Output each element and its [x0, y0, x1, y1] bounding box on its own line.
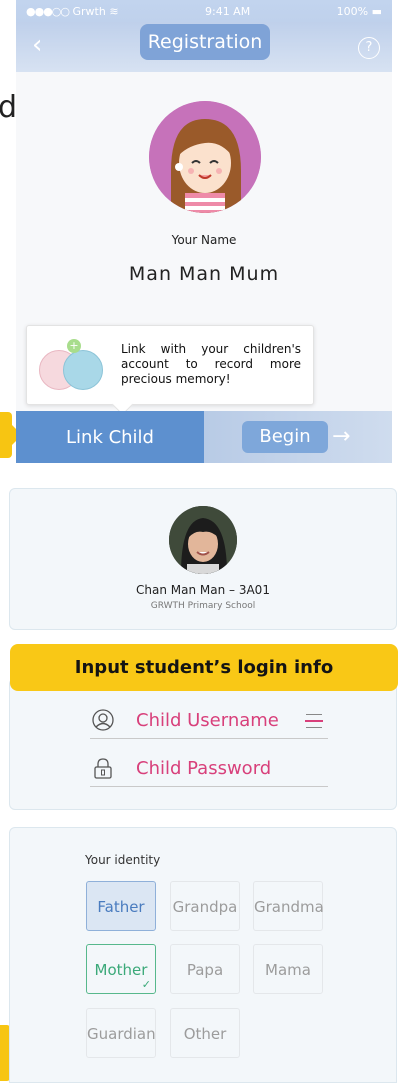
status-time: 9:41 AM	[204, 4, 251, 18]
left-edge-glyph: d	[0, 90, 18, 125]
identity-label: Your identity	[85, 853, 161, 867]
bottom-bar: Link Child Begin →	[16, 411, 392, 463]
battery-info: 100% ▬	[337, 5, 382, 18]
carrier-name: Grwth	[72, 4, 106, 18]
status-bar: ●●●○○ Grwth ≋ 9:41 AM 100% ▬	[16, 0, 392, 22]
child-name: Chan Man Man – 3A01	[136, 583, 270, 597]
name-label: Your Name	[171, 233, 237, 247]
battery-icon: ▬	[371, 4, 382, 18]
begin-button[interactable]: Begin	[242, 421, 328, 453]
link-child-tooltip: + Link with your children's account to r…	[26, 325, 314, 405]
identity-option-other[interactable]: Other	[170, 1008, 240, 1058]
check-icon: ✓	[141, 978, 151, 991]
plus-icon: +	[67, 339, 81, 353]
parent-avatar[interactable]	[149, 101, 261, 213]
boy-avatar-icon	[63, 350, 103, 390]
identity-option-mama[interactable]: Mama	[253, 944, 323, 994]
carrier-info: ●●●○○ Grwth ≋	[26, 5, 119, 18]
identity-option-grandma[interactable]: Grandma	[253, 881, 324, 931]
login-card: Child Username Child Password	[9, 678, 397, 810]
child-avatar-icon	[169, 506, 237, 574]
help-icon[interactable]: ?	[358, 37, 380, 59]
identity-option-grandpa[interactable]: Grandpa	[170, 881, 240, 931]
username-placeholder: Child Username	[136, 710, 279, 731]
signal-icon: ●●●○○	[26, 4, 70, 18]
arrow-right-icon[interactable]: →	[332, 421, 350, 453]
child-school: GRWTH Primary School	[150, 601, 256, 611]
identity-card: Your identity Father Grandpa Grandma Mot…	[9, 827, 397, 1083]
mum-avatar-icon	[149, 101, 261, 213]
login-info-banner: Input student’s login info	[10, 644, 398, 691]
name-value[interactable]: Man Man Mum	[16, 263, 392, 285]
screen: d ●●●○○ Grwth ≋ 9:41 AM 100% ▬ ‹ Registr…	[0, 0, 399, 1083]
wifi-icon: ≋	[109, 4, 119, 18]
back-icon[interactable]: ‹	[32, 32, 42, 58]
link-child-button[interactable]: Link Child	[16, 411, 204, 463]
phone-screen: ●●●○○ Grwth ≋ 9:41 AM 100% ▬ ‹ Registrat…	[16, 0, 392, 463]
child-password-field[interactable]: Child Password	[90, 751, 328, 787]
mother-label: Mother	[94, 961, 148, 979]
identity-option-mother[interactable]: Mother ✓	[86, 944, 156, 994]
begin-area: Begin →	[204, 411, 392, 463]
tooltip-text: Link with your children's account to rec…	[121, 342, 301, 386]
scan-icon[interactable]	[305, 714, 323, 728]
identity-option-father[interactable]: Father	[86, 881, 156, 931]
child-photo	[169, 506, 237, 574]
child-card: Chan Man Man – 3A01 GRWTH Primary School	[9, 488, 397, 630]
battery-percent: 100%	[336, 4, 369, 18]
password-placeholder: Child Password	[136, 758, 272, 779]
page-title: Registration	[140, 24, 270, 60]
pointer-arrow	[0, 412, 22, 458]
child-username-field[interactable]: Child Username	[90, 703, 328, 739]
user-icon	[92, 709, 114, 731]
identity-option-papa[interactable]: Papa	[170, 944, 240, 994]
lock-icon	[94, 758, 112, 779]
nav-bar: ‹ Registration ?	[16, 22, 392, 72]
identity-option-guardian[interactable]: Guardian	[86, 1008, 156, 1058]
